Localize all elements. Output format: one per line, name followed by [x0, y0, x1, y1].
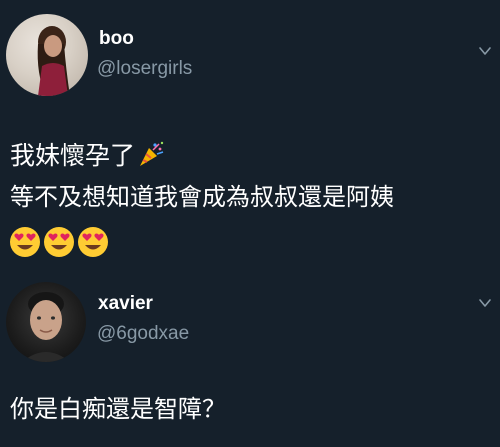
display-name[interactable]: xavier	[98, 293, 153, 315]
avatar[interactable]	[6, 14, 88, 96]
chevron-down-icon[interactable]	[478, 44, 492, 58]
party-popper-icon	[137, 140, 165, 172]
display-name[interactable]: boo	[99, 28, 134, 50]
heart-eyes-emoji	[10, 227, 40, 257]
avatar[interactable]	[6, 282, 86, 362]
username-handle[interactable]: @6godxae	[97, 323, 189, 345]
tweet-text-line: 我妹懷孕了	[10, 140, 165, 172]
tweet-text-line: 等不及想知道我會成為叔叔還是阿姨	[10, 183, 394, 211]
tweet-original[interactable]: boo @losergirls 我妹懷孕了 等不及想知道我會成為叔叔還是阿姨	[0, 0, 500, 272]
chevron-down-icon[interactable]	[478, 296, 492, 310]
tweet-reply[interactable]: xavier @6godxae 你是白痴還是智障？	[0, 272, 500, 447]
heart-eyes-emoji	[44, 227, 74, 257]
heart-eyes-emoji	[78, 227, 108, 257]
tweet-text: 你是白痴還是智障？	[10, 395, 226, 423]
username-handle[interactable]: @losergirls	[97, 58, 192, 80]
emoji-row	[9, 226, 109, 262]
